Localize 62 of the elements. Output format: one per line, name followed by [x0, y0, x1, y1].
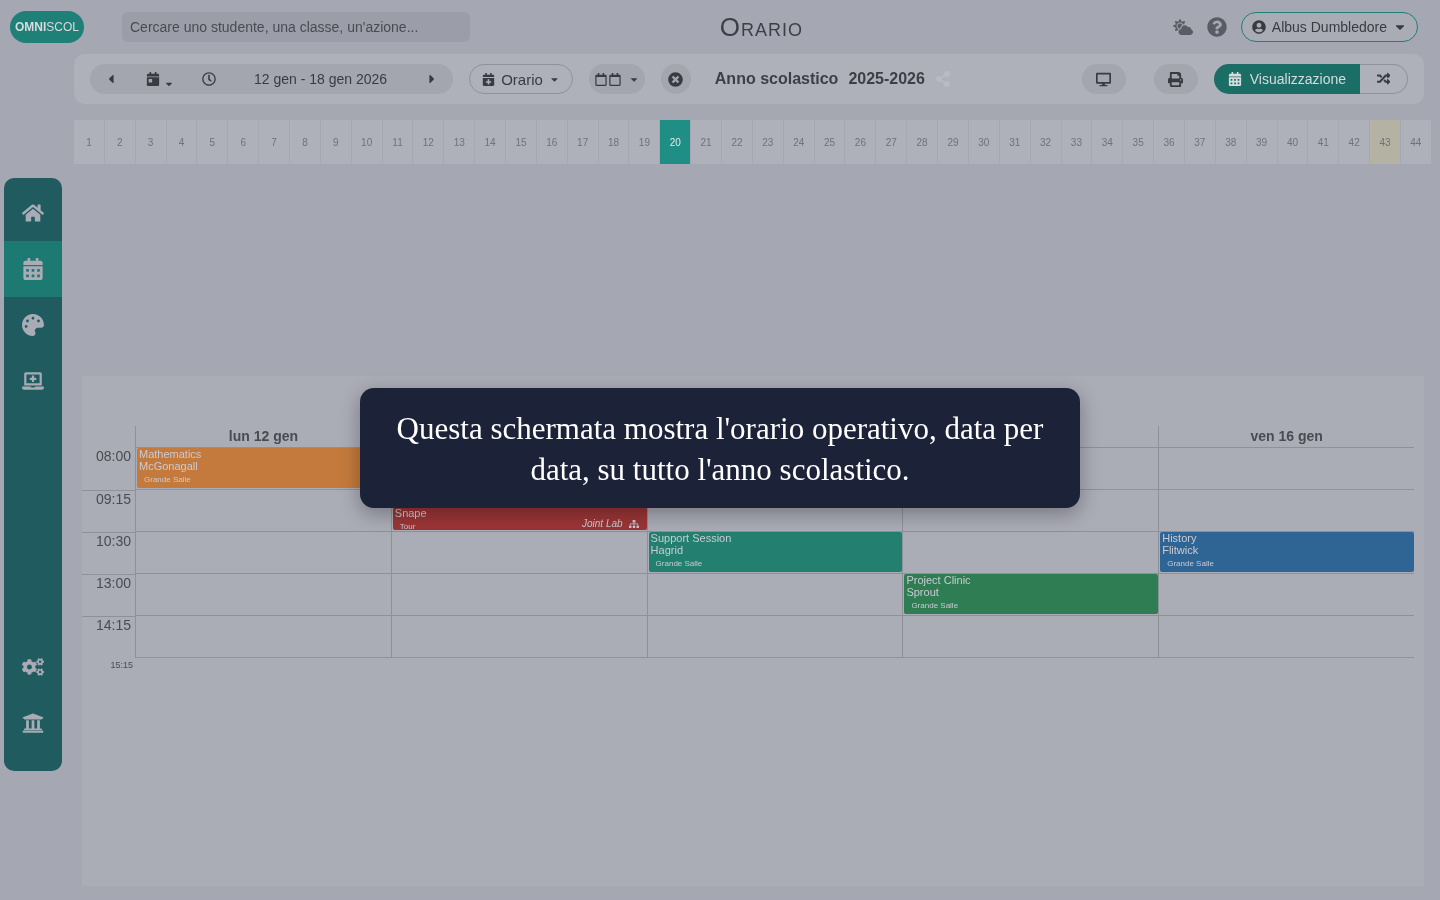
- event-card[interactable]: Support Session Hagrid Grande Salle: [648, 532, 903, 572]
- clock-icon: [202, 72, 216, 86]
- bank-icon: [22, 712, 44, 734]
- calendar-range-button[interactable]: [588, 64, 645, 94]
- event-teacher: McGonagall: [139, 461, 198, 473]
- clear-button[interactable]: [660, 64, 691, 94]
- shuffle-icon: [1376, 72, 1391, 86]
- event-teacher: Hagrid: [650, 545, 683, 557]
- search-field[interactable]: Cercare uno studente, una classe, un'azione...: [122, 12, 470, 42]
- time-label: 09:15: [82, 490, 135, 532]
- time-label: 10:30: [82, 532, 135, 574]
- event-title: Mathematics: [139, 449, 202, 461]
- event-room: Tour: [398, 522, 417, 532]
- calendar-icon: [22, 258, 44, 280]
- year-value: 2025-2026: [848, 70, 925, 88]
- event-teacher: Sprout: [906, 587, 939, 599]
- user-menu-button[interactable]: Albus Dumbledore: [1240, 12, 1418, 42]
- time-label: 14:15: [82, 616, 135, 658]
- view-mode-button[interactable]: Visualizzazione: [1213, 64, 1360, 94]
- calendar-icon: [146, 72, 160, 86]
- help-icon[interactable]: [1206, 17, 1227, 37]
- display-button[interactable]: [1081, 64, 1126, 94]
- calendar-plus-icon: [482, 72, 496, 86]
- event-card[interactable]: Project Clinic Sprout Grande Salle: [904, 574, 1159, 614]
- monitor-icon: [1096, 71, 1112, 87]
- event-teacher: Flitwick: [1162, 545, 1199, 557]
- page-title: Orario: [718, 11, 805, 43]
- palette-icon: [22, 314, 44, 336]
- cloud-sun-icon[interactable]: [1172, 17, 1193, 37]
- day-header: ven 16 gen: [1158, 426, 1414, 448]
- event-group: Joint Lab: [582, 518, 623, 529]
- event-room: Grande Salle: [910, 601, 960, 611]
- year-label: Anno scolastico: [714, 70, 839, 88]
- close-icon: [668, 71, 684, 87]
- event-room: Grande Salle: [143, 475, 192, 485]
- user-icon: [1251, 20, 1266, 34]
- week-tab[interactable]: 20: [660, 120, 692, 164]
- tooltip: Questa schermata mostra l'orario operativo, data per data, su tutto l'anno scolastico.: [360, 388, 1080, 508]
- calendar-icon: [594, 72, 607, 86]
- sidebar-item[interactable]: [4, 241, 62, 297]
- sitemap-icon: [628, 518, 639, 529]
- time-label: 15:15: [109, 659, 134, 672]
- view-menu-button[interactable]: Orario: [469, 64, 573, 94]
- event-title: Project Clinic: [906, 575, 971, 587]
- event-title: History: [1162, 533, 1197, 545]
- event-room: Grande Salle: [654, 559, 704, 569]
- print-button[interactable]: [1153, 64, 1198, 94]
- week-tab[interactable]: 43: [1370, 120, 1401, 164]
- gears-icon: [22, 656, 44, 678]
- home-icon: [22, 202, 44, 224]
- event-card[interactable]: History Flitwick Grande Salle: [1160, 532, 1414, 572]
- time-label: 13:00: [82, 574, 135, 616]
- calendar-icon: [608, 72, 621, 86]
- shuffle-button[interactable]: [1360, 64, 1408, 94]
- calendar-icon: [1227, 72, 1242, 86]
- printer-icon: [1168, 71, 1184, 87]
- event-room: Grande Salle: [1166, 559, 1215, 569]
- event-title: Support Session: [650, 533, 732, 545]
- logo[interactable]: OMNISCOL: [10, 11, 84, 43]
- event-teacher: Snape: [394, 508, 427, 520]
- laptop-plus-icon: [22, 370, 44, 392]
- time-label: 08:00: [94, 448, 132, 466]
